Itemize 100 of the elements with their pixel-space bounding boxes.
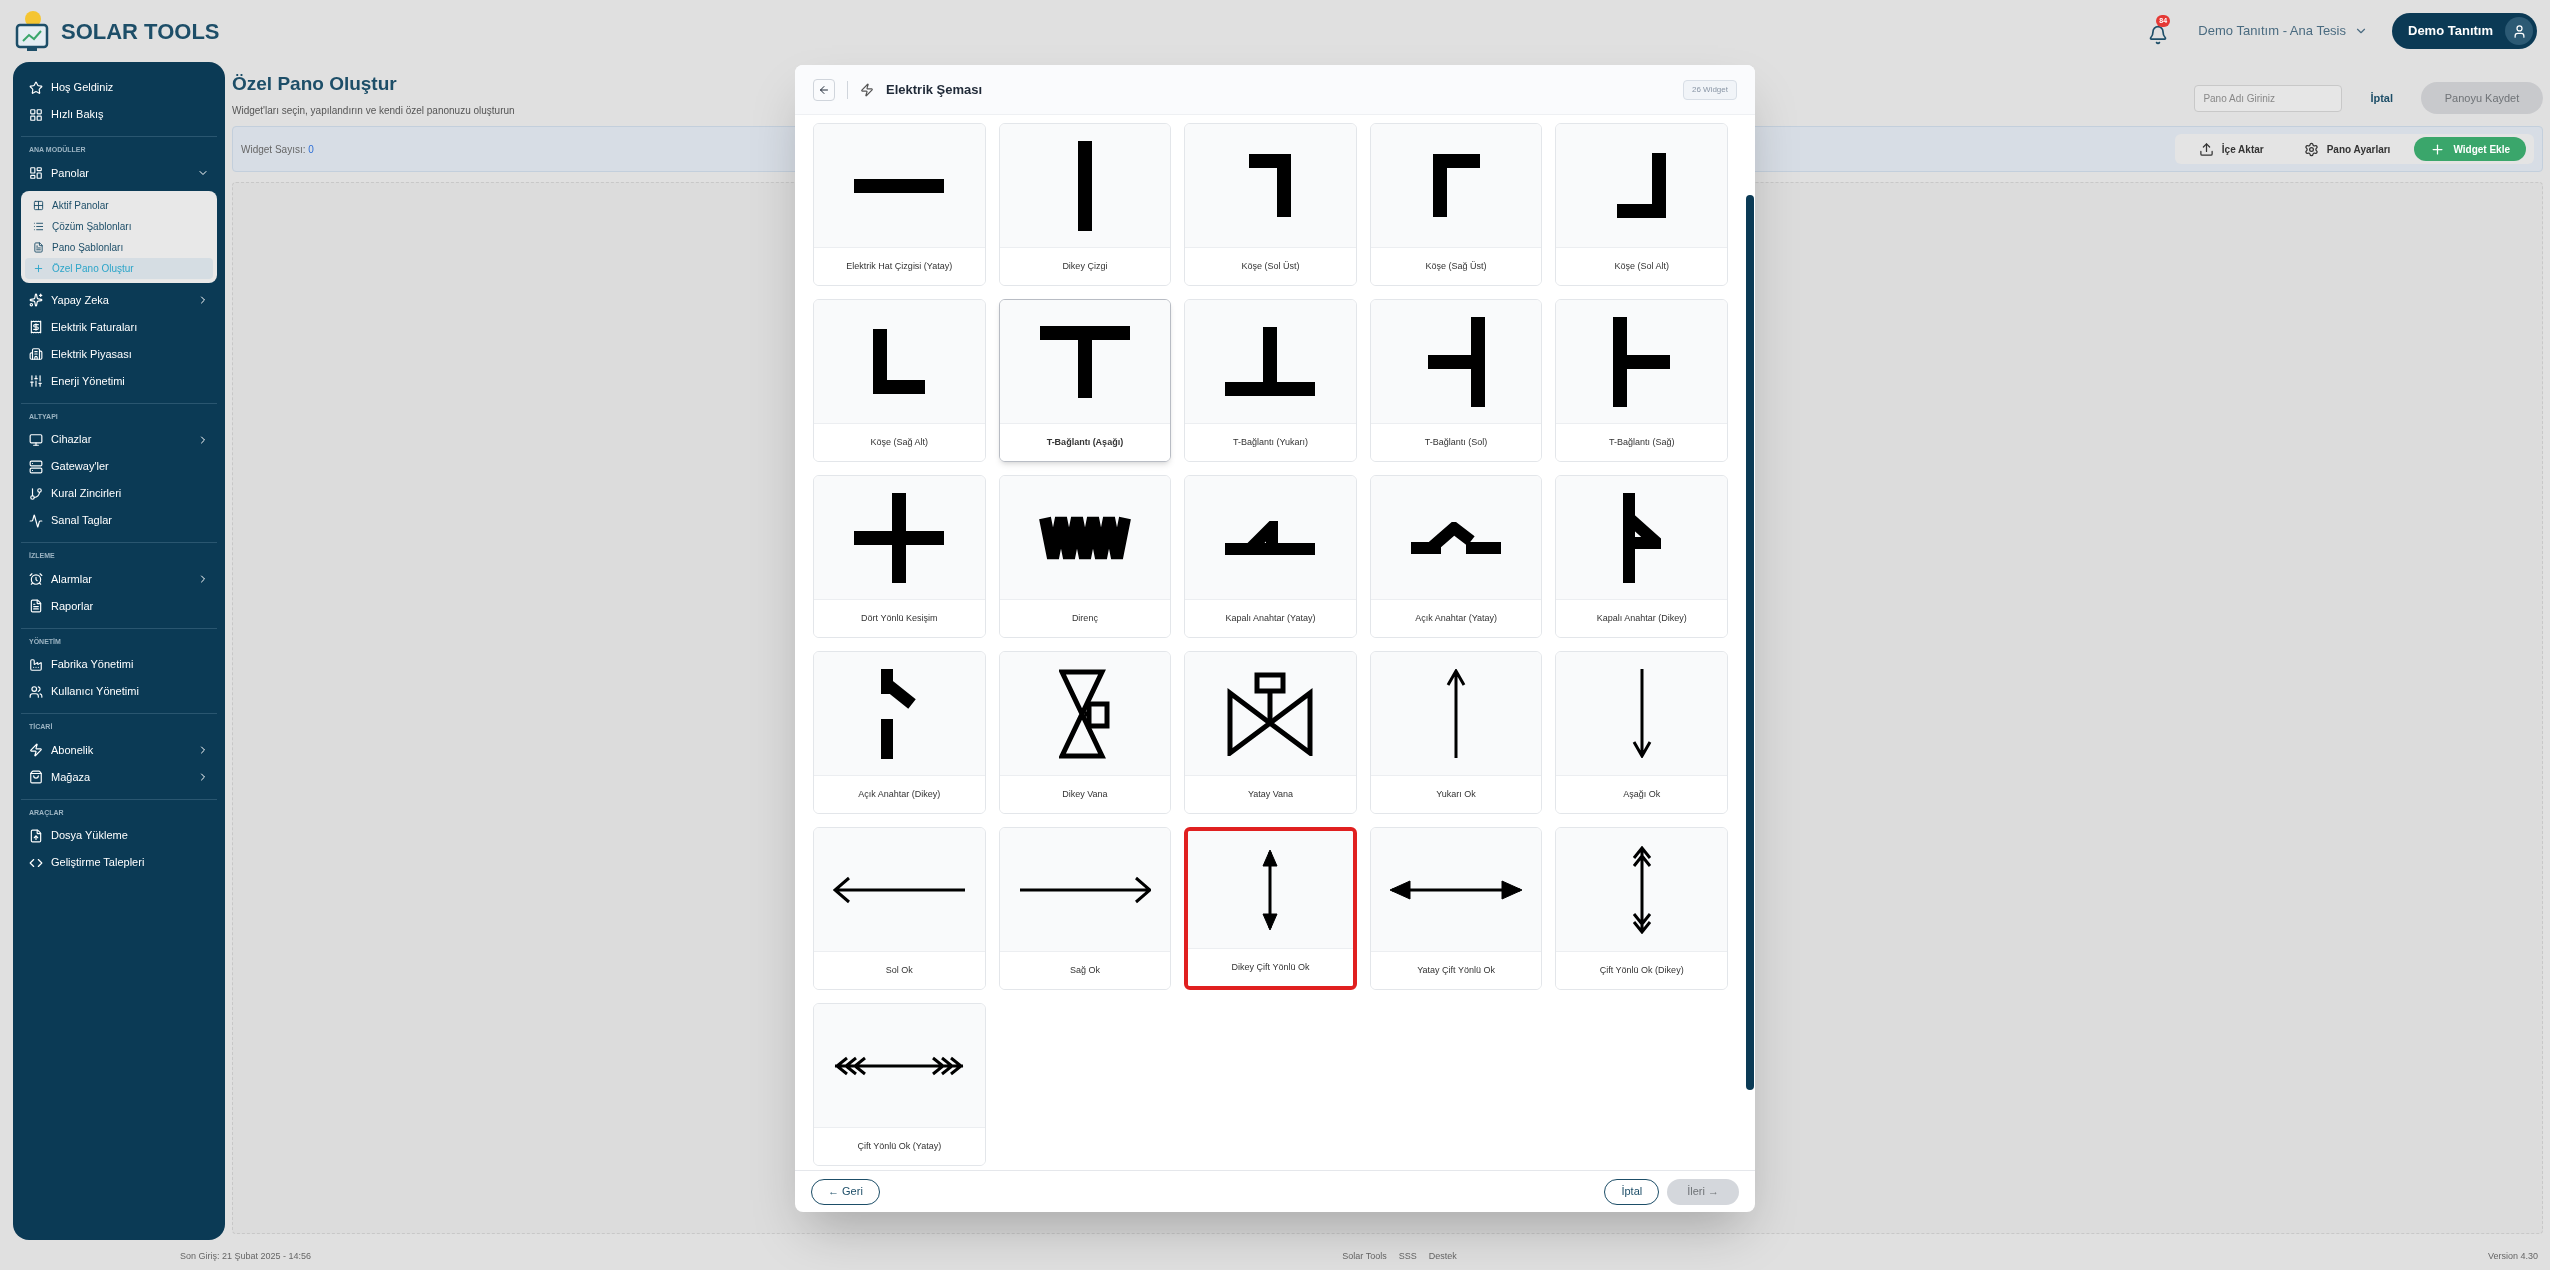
alarm-clock-icon — [29, 572, 43, 586]
facility-dropdown[interactable]: Demo Tanıtım - Ana Tesis — [2198, 21, 2368, 41]
widget-label: Aşağı Ok — [1623, 787, 1661, 801]
sidebar-item[interactable]: Dosya Yükleme — [21, 822, 217, 849]
shopping-bag-icon — [29, 770, 43, 784]
widget-label: Dikey Çizgi — [1062, 259, 1108, 273]
dialog-title: Elektrik Şeması — [886, 80, 983, 99]
import-button[interactable]: İçe Aktar — [2182, 137, 2280, 161]
dashboard-icon — [29, 166, 43, 180]
sliders-icon — [29, 374, 43, 388]
widget-card[interactable]: Açık Anahtar (Yatay) — [1369, 475, 1543, 638]
widget-card[interactable]: T-Bağlantı (Sol) — [1369, 299, 1543, 462]
upload-icon — [2198, 141, 2214, 157]
widget-card[interactable]: Dikey Çift Yönlü Ok — [1184, 827, 1357, 990]
sidebar-item[interactable]: Enerji Yönetimi — [21, 367, 217, 395]
widget-label: Yatay Vana — [1247, 787, 1294, 801]
footer-link[interactable]: Solar Tools — [1342, 1250, 1387, 1264]
document-icon — [29, 599, 43, 613]
widget-card[interactable]: T-Bağlantı (Yukarı) — [1184, 299, 1357, 462]
avatar-icon — [2505, 17, 2533, 45]
document-icon — [33, 241, 44, 253]
widget-label: Açık Anahtar (Yatay) — [1415, 611, 1498, 625]
submenu-item[interactable]: Aktif Panolar — [25, 194, 213, 216]
widget-card[interactable]: Köşe (Sol Alt) — [1555, 123, 1728, 286]
sidebar-item[interactable]: Kural Zincirleri — [21, 480, 217, 507]
factory-icon — [29, 657, 43, 672]
sidebar-item[interactable]: Geliştirme Talepleri — [21, 849, 217, 876]
name-field[interactable]: Pano Adı Giriniz — [2194, 84, 2343, 112]
widget-label: Köşe (Sol Alt) — [1614, 259, 1669, 273]
sidebar-item[interactable]: Kullanıcı Yönetimi — [21, 678, 217, 705]
users-icon — [29, 684, 43, 699]
widget-card[interactable]: Sağ Ok — [998, 827, 1172, 990]
footer-link[interactable]: Destek — [1428, 1250, 1457, 1264]
widget-label: T-Bağlantı (Sağ) — [1608, 435, 1675, 449]
sidebar-item[interactable]: Cihazlar — [21, 426, 217, 453]
widget-card[interactable]: Dikey Çizgi — [998, 123, 1172, 286]
widget-card[interactable]: Yatay Çift Yönlü Ok — [1369, 827, 1543, 990]
page-subtitle: Widget'ları seçin, yapılandırın ve kendi özel panonuzu oluşturun — [232, 103, 515, 118]
sidebar-item[interactable]: Hızlı Bakış — [21, 101, 217, 128]
widget-card[interactable]: Direnç — [998, 475, 1172, 638]
widget-label: Açık Anahtar (Dikey) — [858, 787, 941, 801]
widget-card[interactable]: Kapalı Anahtar (Dikey) — [1555, 475, 1728, 638]
grid-icon — [33, 199, 44, 211]
widget-card[interactable]: Elektrik Hat Çizgisi (Yatay) — [813, 123, 986, 286]
lightning-icon — [29, 743, 43, 757]
widget-label: Köşe (Sol Üst) — [1241, 259, 1300, 273]
back-arrow-icon — [818, 83, 830, 96]
sidebar-item[interactable]: Hoş Geldiniz — [21, 74, 217, 101]
widget-label: Direnç — [1071, 611, 1098, 625]
back-button[interactable] — [813, 78, 835, 101]
widget-label: Dört Yönlü Kesişim — [861, 611, 938, 625]
corner-symbol — [1249, 154, 1292, 217]
sidebar-item[interactable]: Yapay Zeka — [21, 286, 217, 314]
widget-card[interactable]: Yatay Vana — [1184, 651, 1357, 814]
widget-card[interactable]: Dört Yönlü Kesişim — [813, 475, 986, 638]
submenu-item[interactable]: Çözüm Şablonları — [25, 215, 213, 237]
sidebar-item[interactable]: Panolar — [21, 159, 217, 187]
file-upload-icon — [29, 828, 43, 843]
widget-card[interactable]: Çift Yönlü Ok (Dikey) — [1555, 827, 1728, 990]
settings-icon — [2303, 141, 2319, 157]
widget-label: T-Bağlantı (Aşağı) — [1046, 435, 1124, 449]
widget-label: Kapalı Anahtar (Dikey) — [1596, 611, 1687, 625]
plus-icon — [33, 262, 44, 274]
sidebar-item[interactable]: Fabrika Yönetimi — [21, 651, 217, 678]
widget-count-badge: 26 Widget — [1682, 79, 1737, 100]
widget-card[interactable]: Köşe (Sol Üst) — [1184, 123, 1357, 286]
user-menu-button[interactable]: Demo Tanıtım — [2392, 13, 2537, 49]
sidebar-item[interactable]: Elektrik Faturaları — [21, 313, 217, 341]
widget-card[interactable]: Sol Ok — [813, 827, 986, 990]
sidebar-item[interactable]: Abonelik — [21, 736, 217, 764]
last-login: Son Giriş: 21 Şubat 2025 - 14:56 — [180, 1250, 312, 1264]
widget-card[interactable]: T-Bağlantı (Aşağı) — [998, 299, 1172, 462]
settings-button[interactable]: Pano Ayarları — [2287, 137, 2407, 161]
sidebar-item[interactable]: Alarmlar — [21, 565, 217, 593]
widget-label: Çift Yönlü Ok (Dikey) — [1599, 963, 1684, 977]
submenu-item[interactable]: Pano Şablonları — [25, 236, 213, 258]
corner-symbol — [873, 329, 926, 394]
widget-label: T-Bağlantı (Yukarı) — [1232, 435, 1308, 449]
widget-card[interactable]: Kapalı Anahtar (Yatay) — [1184, 475, 1357, 638]
brand-name: SOLAR TOOLS — [61, 17, 220, 46]
widget-card[interactable]: Yukarı Ok — [1369, 651, 1543, 814]
sidebar-item[interactable]: Raporlar — [21, 592, 217, 620]
widget-card[interactable]: Aşağı Ok — [1555, 651, 1728, 814]
widget-card[interactable]: T-Bağlantı (Sağ) — [1555, 299, 1728, 462]
footer-link[interactable]: SSS — [1398, 1250, 1417, 1264]
corner-symbol — [1432, 154, 1480, 217]
star-icon — [29, 80, 43, 95]
list-icon — [33, 220, 44, 232]
sidebar-item[interactable]: Elektrik Piyasası — [21, 340, 217, 368]
sidebar-item[interactable]: Sanal Taglar — [21, 507, 217, 534]
sidebar-item[interactable]: Mağaza — [21, 763, 217, 791]
monitor-icon — [29, 432, 43, 447]
sidebar-item[interactable]: Gateway'ler — [21, 453, 217, 480]
widget-card[interactable]: Köşe (Sağ Alt) — [813, 299, 986, 462]
widget-card[interactable]: Çift Yönlü Ok (Yatay) — [813, 1003, 986, 1166]
widget-card[interactable]: Dikey Vana — [998, 651, 1172, 814]
widget-card[interactable]: Açık Anahtar (Dikey) — [813, 651, 986, 814]
cancel-button[interactable]: İptal — [2362, 89, 2401, 107]
widget-label: Köşe (Sağ Alt) — [870, 435, 929, 449]
widget-card[interactable]: Köşe (Sağ Üst) — [1369, 123, 1543, 286]
